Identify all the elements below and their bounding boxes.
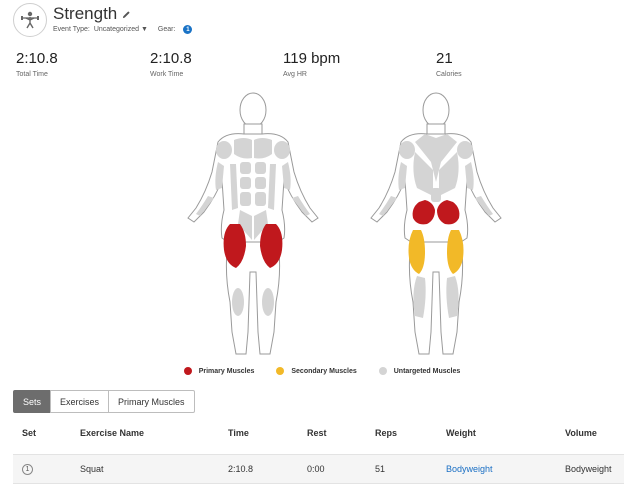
activity-type-icon — [13, 3, 47, 37]
table-row[interactable]: 1 Squat 2:10.8 0:00 51 Bodyweight Bodywe… — [13, 454, 624, 484]
col-exercise-name: Exercise Name — [80, 428, 145, 438]
gear-label: Gear: — [157, 26, 176, 33]
event-type-value: Uncategorized — [93, 26, 139, 33]
time-cell: 2:10.8 — [228, 464, 254, 474]
col-volume: Volume — [565, 428, 597, 438]
volume-cell: Bodyweight — [565, 464, 612, 474]
event-type-label: Event Type: — [53, 26, 90, 33]
exercise-name-cell: Squat — [80, 464, 104, 474]
col-rest: Rest — [307, 428, 327, 438]
legend-untargeted: Untargeted Muscles — [378, 367, 461, 375]
stat-label: Calories — [436, 71, 462, 78]
view-tabs: Sets Exercises Primary Muscles — [13, 390, 195, 413]
back-body-figure — [370, 92, 502, 355]
legend-primary: Primary Muscles — [183, 367, 255, 375]
col-set: Set — [22, 428, 37, 438]
rest-cell: 0:00 — [307, 464, 325, 474]
col-reps: Reps — [375, 428, 398, 438]
stat-calories: 21 Calories — [436, 50, 462, 78]
muscle-map — [0, 92, 624, 357]
front-body-figure — [187, 92, 319, 355]
caret-down-icon: ▼ — [140, 26, 148, 33]
legend-secondary: Secondary Muscles — [276, 367, 357, 375]
secondary-dot-icon — [276, 367, 285, 375]
sets-table: Set Exercise Name Time Rest Reps Weight … — [13, 418, 624, 484]
activity-title: Strength — [53, 4, 131, 24]
untargeted-dot-icon — [378, 367, 387, 375]
activity-meta: Event Type: Uncategorized ▼ Gear: 1 — [53, 25, 193, 34]
reps-cell: 51 — [375, 464, 386, 474]
strength-training-icon — [21, 11, 39, 29]
set-cell: 1 — [22, 455, 33, 483]
primary-dot-icon — [183, 367, 192, 375]
gear-count-badge[interactable]: 1 — [183, 25, 193, 34]
legend-label: Secondary Muscles — [291, 367, 357, 375]
legend-label: Untargeted Muscles — [393, 367, 461, 375]
weight-link[interactable]: Bodyweight — [446, 455, 493, 483]
pencil-icon[interactable] — [122, 10, 131, 19]
col-time: Time — [228, 428, 249, 438]
table-header: Set Exercise Name Time Rest Reps Weight … — [13, 418, 624, 448]
stat-value: 2:10.8 — [16, 50, 58, 67]
stat-value: 2:10.8 — [150, 50, 192, 67]
tab-sets[interactable]: Sets — [13, 390, 52, 413]
legend-label: Primary Muscles — [198, 367, 255, 375]
set-number-badge: 1 — [22, 463, 33, 475]
stat-work-time: 2:10.8 Work Time — [150, 50, 192, 78]
event-type-dropdown[interactable]: Uncategorized ▼ — [94, 26, 154, 33]
stat-total-time: 2:10.8 Total Time — [16, 50, 58, 78]
col-weight: Weight — [446, 428, 476, 438]
tab-exercises[interactable]: Exercises — [50, 390, 110, 413]
activity-title-text: Strength — [53, 4, 118, 23]
stat-label: Work Time — [150, 71, 184, 78]
stat-label: Total Time — [16, 71, 48, 78]
stat-value: 119 bpm — [283, 50, 341, 67]
tab-primary-muscles[interactable]: Primary Muscles — [108, 390, 195, 413]
muscle-legend: Primary Muscles Secondary Muscles Untarg… — [0, 367, 624, 375]
stat-value: 21 — [436, 50, 453, 67]
stat-label: Avg HR — [283, 71, 307, 78]
stat-avg-hr: 119 bpm Avg HR — [283, 50, 340, 78]
